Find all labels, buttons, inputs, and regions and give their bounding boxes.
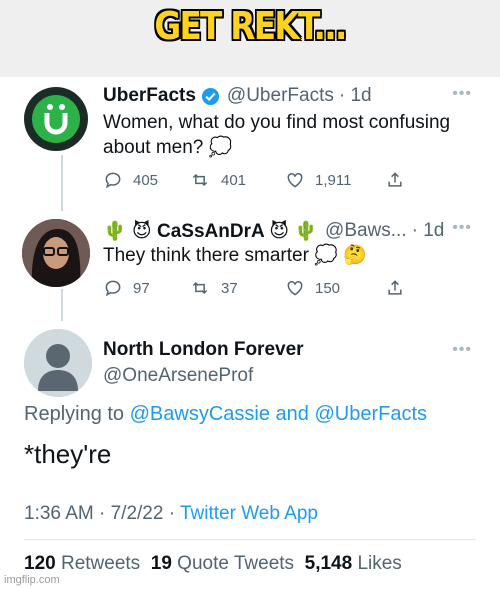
- reply-button[interactable]: 97: [103, 278, 189, 298]
- replying-and: and: [275, 403, 309, 425]
- tweet-actions: 405 401 1,911: [103, 170, 423, 190]
- retweets-stat[interactable]: 120 Retweets: [24, 553, 140, 574]
- tweet-header: UberFacts @UberFacts · 1d: [103, 85, 372, 107]
- author-name[interactable]: North London Forever: [103, 339, 304, 361]
- reply-count: 97: [133, 279, 150, 297]
- meme-title: GET REKT...: [154, 4, 347, 48]
- likes-stat[interactable]: 5,148 Likes: [305, 553, 402, 574]
- heart-icon: [287, 280, 303, 296]
- author-name[interactable]: UberFacts: [103, 85, 196, 107]
- mention-link[interactable]: @BawsyCassie: [130, 403, 270, 425]
- author-handle[interactable]: @OneArseneProf: [103, 365, 253, 387]
- share-button[interactable]: [385, 170, 405, 190]
- replying-prefix: Replying to: [24, 403, 125, 425]
- tweet-stats: 120 Retweets 19 Quote Tweets 5,148 Likes: [24, 553, 402, 575]
- tweet-header: 🌵 😈 CaSsAnDrA 😈 🌵 @Baws... · 1d: [103, 219, 444, 243]
- meme-header: GET REKT...: [0, 0, 500, 77]
- verified-badge-icon: [201, 87, 220, 106]
- thread-connector: [61, 289, 63, 321]
- tweet-time[interactable]: 1:36 AM · 7/2/22 ·: [24, 503, 175, 524]
- more-options-icon[interactable]: •••: [452, 341, 472, 359]
- retweet-button[interactable]: 37: [189, 278, 285, 298]
- tweet-time[interactable]: · 1d: [412, 220, 445, 242]
- cassandra-avatar[interactable]: [22, 219, 90, 287]
- like-count: 1,911: [315, 171, 352, 189]
- uberfacts-logo-icon: [32, 95, 80, 143]
- like-button[interactable]: 150: [285, 278, 385, 298]
- heart-icon: [287, 172, 303, 188]
- tweet-timestamp: 1:36 AM · 7/2/22 · Twitter Web App: [24, 503, 318, 525]
- tweet-time[interactable]: · 1d: [339, 85, 372, 107]
- like-count: 150: [315, 279, 341, 297]
- author-handle[interactable]: @Baws...: [325, 220, 407, 242]
- client-link[interactable]: Twitter Web App: [180, 503, 318, 524]
- watermark: imgflip.com: [4, 574, 60, 586]
- retweet-icon: [192, 281, 208, 295]
- replying-to: Replying to @BawsyCassie and @UberFacts: [24, 403, 427, 426]
- reply-button[interactable]: 405: [103, 170, 189, 190]
- tweet-text: Women, what do you find most confusing a…: [103, 112, 451, 158]
- reply-count: 405: [133, 171, 159, 189]
- retweet-button[interactable]: 401: [189, 170, 285, 190]
- quotes-stat[interactable]: 19 Quote Tweets: [151, 553, 294, 574]
- share-icon: [388, 280, 402, 295]
- retweet-count: 401: [221, 171, 247, 189]
- like-button[interactable]: 1,911: [285, 170, 385, 190]
- retweet-icon: [192, 173, 208, 187]
- mention-link[interactable]: @UberFacts: [314, 403, 427, 425]
- default-avatar-icon[interactable]: [24, 329, 92, 397]
- author-handle[interactable]: @UberFacts: [227, 85, 334, 107]
- tweet-text: They think there smarter 💭 🤔: [103, 245, 367, 266]
- thread-connector: [61, 155, 63, 211]
- more-options-icon[interactable]: •••: [452, 85, 472, 103]
- reply-icon: [105, 172, 121, 189]
- more-options-icon[interactable]: •••: [452, 219, 472, 237]
- share-button[interactable]: [385, 278, 405, 298]
- share-icon: [388, 172, 402, 187]
- reply-icon: [105, 280, 121, 297]
- uberfacts-avatar[interactable]: [24, 87, 88, 151]
- author-name[interactable]: 🌵 😈 CaSsAnDrA 😈 🌵: [103, 219, 318, 243]
- tweet-text: *they're: [24, 439, 112, 469]
- divider: [24, 539, 476, 540]
- tweet-thread: UberFacts @UberFacts · 1d ••• Women, wha…: [0, 77, 500, 589]
- tweet-actions: 97 37 150: [103, 278, 423, 298]
- retweet-count: 37: [221, 279, 238, 297]
